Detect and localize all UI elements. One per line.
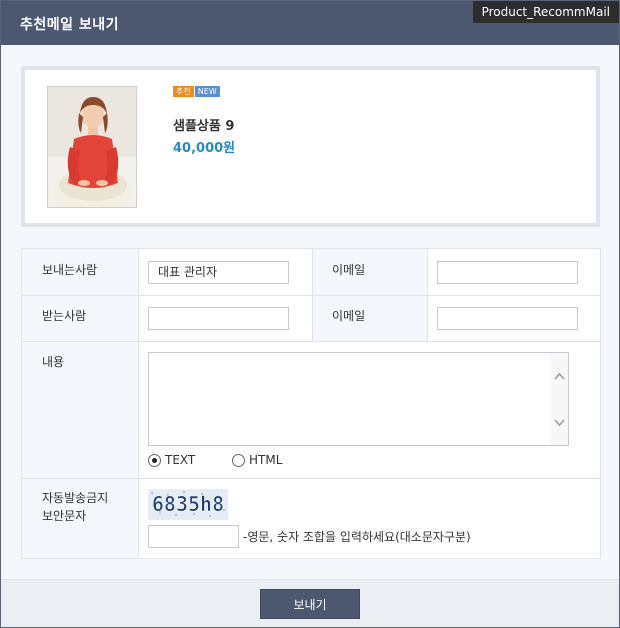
receiver-label-cell: 받는사람 <box>22 295 138 341</box>
sender-label: 보내는사람 <box>42 263 98 277</box>
product-thumbnail[interactable] <box>47 86 137 208</box>
receiver-name-input[interactable] <box>148 307 289 330</box>
receiver-label: 받는사람 <box>42 309 87 323</box>
captcha-label-line1: 자동발송금지 <box>42 491 109 505</box>
scroll-arrows-icon <box>554 372 565 427</box>
page-tag: Product_RecommMail <box>472 1 619 23</box>
product-name[interactable]: 샘플상품 9 <box>173 115 234 134</box>
row-divider <box>22 295 600 296</box>
column-divider <box>138 249 139 558</box>
captcha-graphic: 6835h8 <box>148 489 228 520</box>
sender-email-label-cell: 이메일 <box>312 249 427 295</box>
new-badge: NEW <box>194 86 220 97</box>
column-divider <box>427 249 428 341</box>
row-divider <box>22 341 600 342</box>
recommend-badge: 추천 <box>173 86 194 97</box>
content-textarea[interactable] <box>148 352 569 446</box>
sender-label-cell: 보내는사람 <box>22 249 138 295</box>
captcha-label-cell: 자동발송금지 보안문자 <box>22 478 138 558</box>
product-badges: 추천 NEW <box>173 86 221 100</box>
captcha-help-text: -영문, 숫자 조합을 입력하세요(대소문자구분) <box>243 530 471 544</box>
format-radio-text[interactable]: TEXT <box>148 453 218 468</box>
title-bar: 추천메일 보내기 Product_RecommMail <box>1 1 619 45</box>
format-option-text: TEXT <box>165 453 196 467</box>
product-photo <box>48 87 136 207</box>
sender-name-input[interactable]: 대표 관리자 <box>148 261 289 284</box>
row-divider <box>22 478 600 479</box>
sender-email-label: 이메일 <box>332 263 366 277</box>
send-button[interactable]: 보내기 <box>260 589 360 619</box>
content-label: 내용 <box>42 355 65 369</box>
window-title: 추천메일 보내기 <box>20 17 120 33</box>
format-option-html: HTML <box>249 453 283 467</box>
content-label-cell: 내용 <box>22 341 138 478</box>
product-summary: 추천 NEW 샘플상품 9 40,000원 <box>21 66 600 227</box>
captcha-code: 6835h8 <box>152 492 224 516</box>
sender-email-input[interactable] <box>437 261 578 284</box>
mail-form: 보내는사람 이메일 받는사람 이메일 내용 자동발송금지 보안문자 대표 관리자 <box>21 248 601 559</box>
format-radio-html[interactable]: HTML <box>232 453 302 468</box>
captcha-label-line2: 보안문자 <box>42 509 87 523</box>
radio-selected-icon <box>148 454 161 467</box>
footer-bar: 보내기 <box>1 579 619 627</box>
radio-unselected-icon <box>232 454 245 467</box>
captcha-label: 자동발송금지 보안문자 <box>42 489 108 525</box>
receiver-email-label-cell: 이메일 <box>312 295 427 341</box>
column-divider <box>312 249 313 341</box>
product-price: 40,000원 <box>173 141 236 156</box>
receiver-email-input[interactable] <box>437 307 578 330</box>
captcha-image: 6835h8 <box>148 489 228 520</box>
receiver-email-label: 이메일 <box>332 309 366 323</box>
recommend-mail-window: 추천메일 보내기 Product_RecommMail 추천 NEW 샘플상품 … <box>0 0 620 628</box>
captcha-input[interactable] <box>148 525 239 548</box>
textarea-scrollbar[interactable] <box>551 353 568 445</box>
